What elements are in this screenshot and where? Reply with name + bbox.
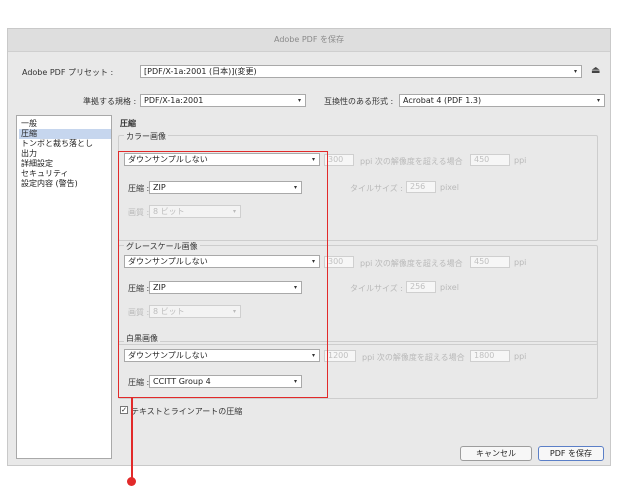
highlight-box: [118, 151, 328, 398]
gray-ppi-input[interactable]: 300: [324, 256, 354, 268]
color-group-title: カラー画像: [124, 131, 168, 142]
standard-label: 準拠する規格 :: [83, 97, 137, 106]
callout-line: [131, 398, 133, 480]
preset-label: Adobe PDF プリセット :: [22, 68, 114, 77]
gray-tile-label: タイルサイズ :: [350, 284, 403, 293]
color-tile-label: タイルサイズ :: [350, 184, 403, 193]
chevron-down-icon: ▾: [573, 68, 577, 75]
category-list[interactable]: 一般 圧縮 トンボと裁ち落とし 出力 詳細設定 セキュリティ 設定内容 (警告): [16, 115, 112, 459]
sidebar-item-general[interactable]: 一般: [19, 119, 111, 129]
section-title: 圧縮: [120, 119, 136, 128]
sidebar-item-compression[interactable]: 圧縮: [19, 129, 111, 139]
sidebar-item-output[interactable]: 出力: [19, 149, 111, 159]
color-ppi-threshold-input[interactable]: 450: [470, 154, 510, 166]
cancel-button[interactable]: キャンセル: [460, 446, 532, 461]
gray-tile-input[interactable]: 256: [406, 281, 436, 293]
chevron-down-icon: ▾: [297, 97, 301, 104]
sidebar-item-security[interactable]: セキュリティ: [19, 169, 111, 179]
text-compress-checkbox[interactable]: ✓: [120, 406, 128, 414]
color-tile-unit: pixel: [440, 183, 459, 192]
preset-select[interactable]: [PDF/X-1a:2001 (日本)](変更) ▾: [140, 65, 582, 78]
dialog-title: Adobe PDF を保存: [8, 29, 610, 52]
compat-select[interactable]: Acrobat 4 (PDF 1.3) ▾: [399, 94, 605, 107]
mono-ppi-input[interactable]: 1200: [324, 350, 356, 362]
sidebar-item-advanced[interactable]: 詳細設定: [19, 159, 111, 169]
mono-ppi-unit: ppi: [514, 352, 527, 361]
save-pdf-button[interactable]: PDF を保存: [538, 446, 604, 461]
mono-ppi-text: ppi 次の解像度を超える場合: [362, 353, 465, 362]
compat-value: Acrobat 4 (PDF 1.3): [403, 96, 482, 105]
standard-value: PDF/X-1a:2001: [144, 96, 204, 105]
standard-select[interactable]: PDF/X-1a:2001 ▾: [140, 94, 306, 107]
sidebar-item-marks-bleeds[interactable]: トンボと裁ち落とし: [19, 139, 111, 149]
chevron-down-icon: ▾: [596, 97, 600, 104]
gray-ppi-text: ppi 次の解像度を超える場合: [360, 259, 463, 268]
color-tile-input[interactable]: 256: [406, 181, 436, 193]
gray-ppi-unit: ppi: [514, 258, 527, 267]
gray-ppi-threshold-input[interactable]: 450: [470, 256, 510, 268]
color-ppi-input[interactable]: 300: [324, 154, 354, 166]
save-preset-icon[interactable]: ⏏: [591, 65, 600, 76]
compat-label: 互換性のある形式 :: [324, 97, 394, 106]
preset-value: [PDF/X-1a:2001 (日本)](変更): [144, 67, 257, 76]
sidebar-item-summary[interactable]: 設定内容 (警告): [19, 179, 111, 189]
color-ppi-unit: ppi: [514, 156, 527, 165]
gray-tile-unit: pixel: [440, 283, 459, 292]
callout-dot: [127, 477, 136, 486]
text-compress-label: テキストとラインアートの圧縮: [131, 407, 243, 416]
mono-ppi-threshold-input[interactable]: 1800: [470, 350, 510, 362]
color-ppi-text: ppi 次の解像度を超える場合: [360, 157, 463, 166]
